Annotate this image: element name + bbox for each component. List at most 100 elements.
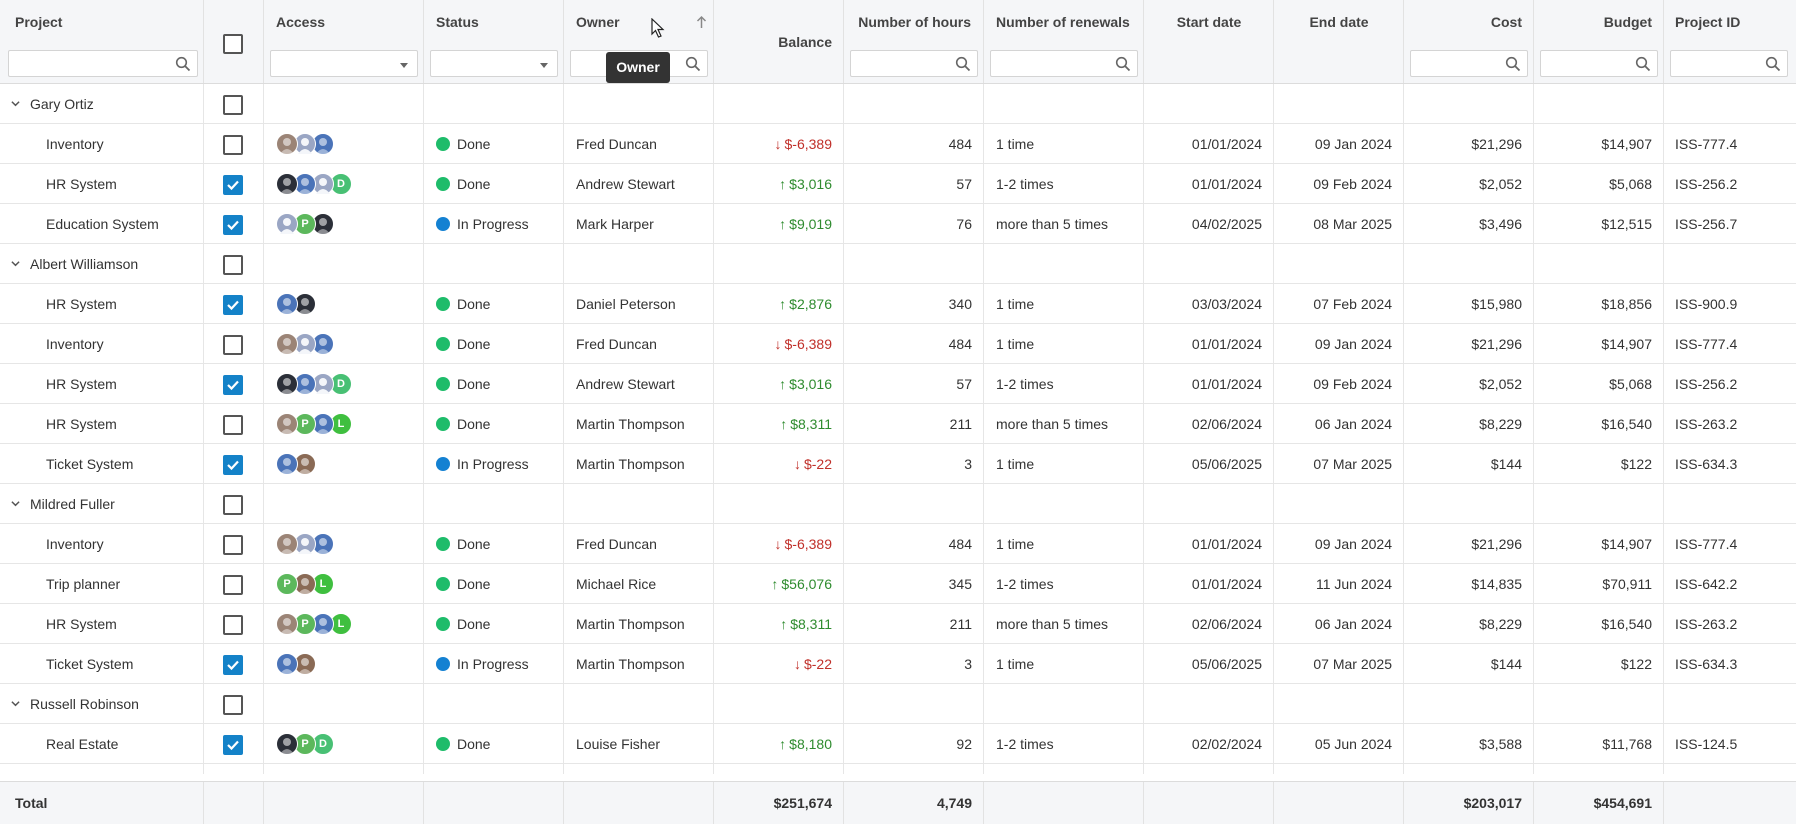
row-checkbox[interactable] [223, 95, 243, 115]
cost-filter-input[interactable] [1410, 50, 1528, 77]
chevron-down-icon[interactable] [11, 699, 20, 708]
row-checkbox[interactable] [223, 375, 243, 395]
status-filter-select[interactable] [430, 50, 558, 77]
sort-ascending-icon[interactable] [696, 15, 707, 29]
empty-cell [844, 84, 984, 124]
header-cost[interactable]: Cost [1404, 0, 1534, 83]
header-budget[interactable]: Budget [1534, 0, 1664, 83]
header-project-id[interactable]: Project ID [1664, 0, 1796, 83]
budget-filter-input[interactable] [1540, 50, 1658, 77]
table-row[interactable]: HR System D Done Andrew Stewart ↑ $3,016 57 1-2… [0, 164, 1796, 204]
empty-cell [424, 684, 564, 724]
header-renewals-label: Number of renewals [996, 14, 1130, 30]
row-checkbox-cell[interactable] [204, 124, 264, 164]
table-row[interactable]: Inventory Done Fred Duncan ↓ $-6,389 484 1 tim… [0, 524, 1796, 564]
project-filter-input[interactable] [8, 50, 198, 77]
row-checkbox-cell[interactable] [204, 164, 264, 204]
row-checkbox-cell[interactable] [204, 524, 264, 564]
hours-cell: 484 [844, 324, 984, 364]
row-checkbox[interactable] [223, 415, 243, 435]
row-checkbox[interactable] [223, 455, 243, 475]
header-hours[interactable]: Number of hours [844, 0, 984, 83]
row-checkbox-cell[interactable] [204, 204, 264, 244]
cost-cell: $3,496 [1404, 204, 1534, 244]
header-project[interactable]: Project [0, 0, 204, 83]
row-checkbox[interactable] [223, 735, 243, 755]
header-start-date[interactable]: Start date [1144, 0, 1274, 83]
row-checkbox[interactable] [223, 695, 243, 715]
row-checkbox-cell[interactable] [204, 764, 264, 774]
header-balance[interactable]: Balance [714, 0, 844, 83]
group-checkbox-cell[interactable] [204, 684, 264, 724]
header-select-all[interactable] [204, 0, 264, 83]
row-checkbox-cell[interactable] [204, 284, 264, 324]
row-checkbox-cell[interactable] [204, 724, 264, 764]
table-row[interactable]: Real Estate P D Done Louise Fisher ↑ $8,180 92 1… [0, 724, 1796, 764]
table-row[interactable]: Inventory Done Fred Duncan ↓ $-6,389 484 1 tim… [0, 324, 1796, 364]
row-checkbox[interactable] [223, 175, 243, 195]
table-row[interactable]: Trip planner P L Done Michael Rice ↑ $56,076 34… [0, 564, 1796, 604]
footer-empty [1274, 782, 1404, 824]
table-row[interactable]: HR System P L Done Martin Thompson ↑ $8,311 211… [0, 404, 1796, 444]
header-renewals[interactable]: Number of renewals [984, 0, 1144, 83]
header-end-label: End date [1309, 14, 1369, 30]
group-row[interactable]: Russell Robinson [0, 684, 1796, 724]
group-cell[interactable]: Russell Robinson [0, 684, 204, 724]
group-checkbox-cell[interactable] [204, 84, 264, 124]
group-row[interactable]: Gary Ortiz [0, 84, 1796, 124]
search-icon [1635, 56, 1651, 72]
group-checkbox-cell[interactable] [204, 244, 264, 284]
project-id-filter-input[interactable] [1670, 50, 1788, 77]
arrow-up-icon: ↑ [771, 576, 779, 592]
row-checkbox[interactable] [223, 295, 243, 315]
row-checkbox-cell[interactable] [204, 604, 264, 644]
row-checkbox[interactable] [223, 135, 243, 155]
row-checkbox-cell[interactable] [204, 644, 264, 684]
table-row[interactable]: HR System D Done Andrew Stewart ↑ $3,016 57 1-2… [0, 364, 1796, 404]
row-checkbox-cell[interactable] [204, 324, 264, 364]
group-cell[interactable]: Gary Ortiz [0, 84, 204, 124]
row-checkbox[interactable] [223, 655, 243, 675]
table-row[interactable]: HR SystemDoneDaniel Peterson↑$2,8763401 … [0, 764, 1796, 774]
table-row[interactable]: HR System P L Done Martin Thompson ↑ $8,311 211… [0, 604, 1796, 644]
person-photo-icon [298, 458, 312, 474]
renewals-filter-input[interactable] [990, 50, 1138, 77]
select-all-checkbox[interactable] [223, 34, 243, 54]
balance-value: $-6,389 [784, 536, 832, 552]
table-row[interactable]: Inventory Done Fred Duncan ↓ $-6,389 484 1 tim… [0, 124, 1796, 164]
status-label: Done [457, 616, 491, 632]
header-status[interactable]: Status [424, 0, 564, 83]
chevron-down-icon[interactable] [11, 259, 20, 268]
row-checkbox-cell[interactable] [204, 404, 264, 444]
hours-filter-input[interactable] [850, 50, 978, 77]
project-id-cell: ISS-263.2 [1675, 616, 1738, 632]
row-checkbox[interactable] [223, 255, 243, 275]
row-checkbox[interactable] [223, 575, 243, 595]
balance-value: $9,019 [789, 216, 832, 232]
table-row[interactable]: HR SystemDoneDaniel Peterson↑$2,8763401 … [0, 284, 1796, 324]
group-row[interactable]: Albert Williamson [0, 244, 1796, 284]
group-row[interactable]: Mildred Fuller [0, 484, 1796, 524]
row-checkbox[interactable] [223, 535, 243, 555]
chevron-down-icon[interactable] [11, 499, 20, 508]
group-cell[interactable]: Mildred Fuller [0, 484, 204, 524]
table-row[interactable]: Education System P In Progress Mark Harper ↑… [0, 204, 1796, 244]
row-checkbox[interactable] [223, 335, 243, 355]
group-name: Mildred Fuller [30, 496, 115, 512]
table-row[interactable]: Ticket System In Progress Martin Thompson ↓… [0, 644, 1796, 684]
table-row[interactable]: Ticket System In Progress Martin Thompson ↓… [0, 444, 1796, 484]
footer-cost-total: $203,017 [1404, 782, 1534, 824]
access-filter-select[interactable] [270, 50, 418, 77]
row-checkbox[interactable] [223, 615, 243, 635]
row-checkbox[interactable] [223, 495, 243, 515]
group-cell[interactable]: Albert Williamson [0, 244, 204, 284]
row-checkbox-cell[interactable] [204, 564, 264, 604]
header-end-date[interactable]: End date [1274, 0, 1404, 83]
chevron-down-icon[interactable] [11, 99, 20, 108]
row-checkbox[interactable] [223, 215, 243, 235]
empty-cell [1274, 484, 1404, 524]
group-checkbox-cell[interactable] [204, 484, 264, 524]
header-access[interactable]: Access [264, 0, 424, 83]
row-checkbox-cell[interactable] [204, 364, 264, 404]
row-checkbox-cell[interactable] [204, 444, 264, 484]
